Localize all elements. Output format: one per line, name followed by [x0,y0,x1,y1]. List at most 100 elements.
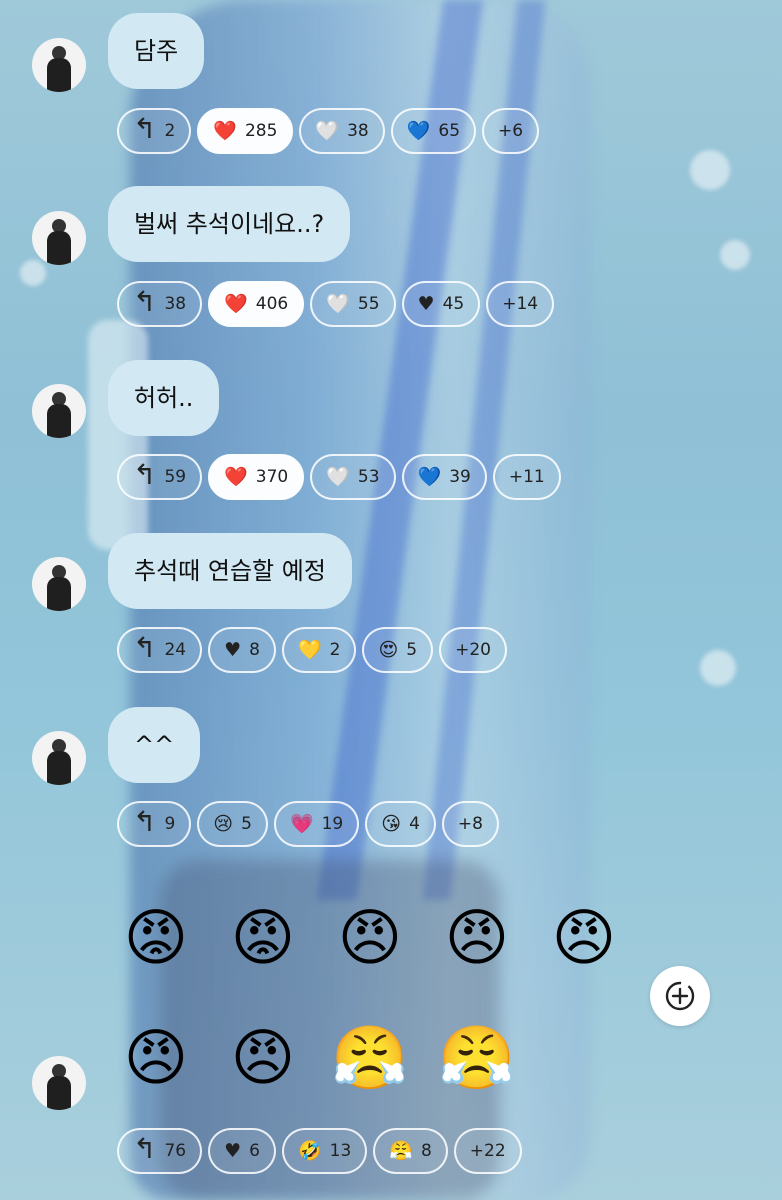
angry-face-icon: 😠 [123,1021,189,1094]
reaction-count: 55 [357,294,380,314]
reply-count: 9 [164,814,176,834]
reaction-count: 4 [409,814,420,834]
black-heart-icon: ♥ [417,292,435,315]
reply-button[interactable]: ↰ 59 [117,454,203,500]
reaction-chip[interactable]: 🤣 13 [281,1128,368,1174]
blue-heart-icon: 💙 [406,119,431,142]
reply-count: 76 [164,1141,187,1161]
reaction-bar: ↰ 38 ❤️ 406 🤍 55 ♥ 45 +14 [117,281,555,327]
heart-eyes-icon: 😍 [378,638,399,661]
reply-arrow-icon: ↰ [133,631,157,664]
reaction-chip[interactable]: ♥ 8 [208,627,276,673]
message-bubble[interactable]: 벌써 추석이네요..? [108,186,351,262]
reply-count: 59 [164,467,187,487]
red-heart-icon: ❤️ [224,292,248,315]
steam-face-icon: 😤 [438,1021,516,1094]
angry-face-icon: 😠 [444,901,510,974]
reaction-count: 53 [357,467,380,487]
avatar[interactable] [32,1056,86,1110]
reply-count: 38 [164,294,187,314]
angry-face-icon: 😠 [230,1021,296,1094]
reaction-chip[interactable]: 💛 2 [281,627,357,673]
reaction-chip[interactable]: ❤️ 285 [197,108,294,154]
reaction-chip[interactable]: 💗 19 [273,801,360,847]
reply-arrow-icon: ↰ [133,112,157,145]
reply-button[interactable]: ↰ 2 [117,108,192,154]
message-bubble[interactable]: ^^ [108,707,201,783]
message-bubble[interactable]: 추석때 연습할 예정 [108,533,352,609]
pouting-face-icon: 😡 [123,901,189,974]
more-reactions-button[interactable]: +22 [453,1128,522,1174]
message-bubble[interactable]: 담주 [108,13,205,89]
rolling-laughing-icon: 🤣 [297,1139,322,1162]
reaction-bar: ↰ 9 😢 5 💗 19 😘 4 +8 [117,801,499,847]
reaction-bar: ↰ 2 ❤️ 285 🤍 38 💙 65 +6 [117,108,540,154]
white-heart-icon: 🤍 [326,465,350,488]
reaction-chip[interactable]: ❤️ 406 [208,281,305,327]
reply-arrow-icon: ↰ [133,458,157,491]
angry-face-icon: 😠 [551,901,617,974]
reaction-count: 8 [249,640,260,660]
crying-face-icon: 😢 [213,812,234,835]
reaction-count: 45 [442,294,465,314]
reaction-count: 285 [244,121,278,141]
reaction-count: 370 [255,467,289,487]
reply-button[interactable]: ↰ 9 [117,801,192,847]
reaction-count: 19 [321,814,344,834]
reaction-count: 8 [420,1141,432,1161]
steam-face-icon: 😤 [389,1139,413,1162]
emoji-grid[interactable]: 😡 😡 😠 😠 😠 😠 😠 😤 😤 [110,892,640,1132]
reply-arrow-icon: ↰ [133,1132,157,1165]
reply-button[interactable]: ↰ 24 [117,627,203,673]
pink-heart-icon: 💗 [289,812,314,835]
reaction-bar: ↰ 76 ♥ 6 🤣 13 😤 8 +22 [117,1128,522,1174]
reaction-chip[interactable]: ♥ 6 [208,1128,276,1174]
kissing-face-icon: 😘 [381,812,402,835]
black-heart-icon: ♥ [224,1139,242,1162]
emoji-row: 😠 😠 😤 😤 [110,1012,640,1104]
more-reactions-button[interactable]: +20 [439,627,508,673]
reaction-chip[interactable]: ♥ 45 [401,281,481,327]
white-heart-icon: 🤍 [326,292,350,315]
angry-face-icon: 😠 [337,901,403,974]
avatar[interactable] [32,384,86,438]
steam-face-icon: 😤 [331,1021,409,1094]
reaction-chip[interactable]: 😘 4 [365,801,436,847]
reply-button[interactable]: ↰ 76 [117,1128,203,1174]
reaction-chip[interactable]: 🤍 53 [310,454,396,500]
reaction-chip[interactable]: 💙 65 [390,108,477,154]
reply-arrow-icon: ↰ [133,285,157,318]
more-reactions-button[interactable]: +11 [492,454,561,500]
reaction-count: 65 [438,121,461,141]
more-reactions-button[interactable]: +14 [486,281,555,327]
avatar[interactable] [32,557,86,611]
reaction-chip[interactable]: 😍 5 [362,627,434,673]
reaction-count: 2 [329,640,341,660]
reaction-chip[interactable]: 😤 8 [373,1128,448,1174]
add-reaction-icon [665,981,695,1011]
message-bubble[interactable]: 허허.. [108,360,220,436]
white-heart-icon: 🤍 [315,119,340,142]
reaction-chip[interactable]: 😢 5 [197,801,268,847]
more-reactions-button[interactable]: +6 [482,108,540,154]
blue-heart-icon: 💙 [417,465,442,488]
reaction-count: 38 [347,121,369,141]
pouting-face-icon: 😡 [230,901,296,974]
reaction-chip[interactable]: 💙 39 [401,454,487,500]
reaction-chip[interactable]: ❤️ 370 [208,454,305,500]
avatar[interactable] [32,211,86,265]
reply-button[interactable]: ↰ 38 [117,281,203,327]
reaction-count: 13 [329,1141,352,1161]
reaction-chip[interactable]: 🤍 38 [299,108,385,154]
reply-arrow-icon: ↰ [133,805,157,838]
reaction-count: 5 [406,640,418,660]
red-heart-icon: ❤️ [224,465,248,488]
reaction-chip[interactable]: 🤍 55 [310,281,396,327]
avatar[interactable] [32,731,86,785]
reaction-count: 39 [449,467,471,487]
reaction-bar: ↰ 59 ❤️ 370 🤍 53 💙 39 +11 [117,454,561,500]
more-reactions-button[interactable]: +8 [441,801,499,847]
emoji-row: 😡 😡 😠 😠 😠 [110,892,640,984]
add-reaction-button[interactable] [650,966,710,1026]
avatar[interactable] [32,38,86,92]
